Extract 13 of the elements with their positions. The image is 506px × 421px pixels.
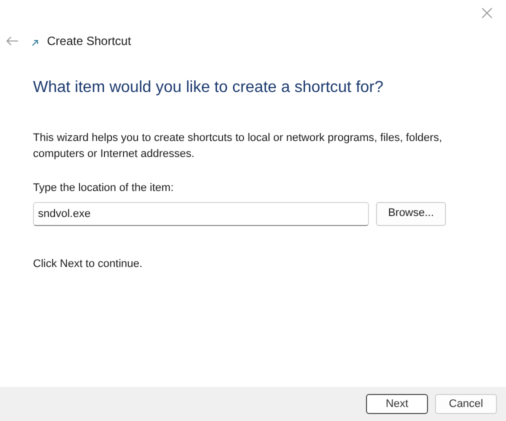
hint-text: Click Next to continue. <box>33 256 144 272</box>
back-arrow-icon <box>6 36 18 46</box>
description-text: This wizard helps you to create shortcuts to local or network programs, files, folders, computers or Internet addresses. <box>33 131 444 162</box>
dialog-button[interactable]: Next <box>366 394 428 414</box>
location-label: Type the location of the item: <box>33 181 175 196</box>
browse-button[interactable]: Browse... <box>376 202 446 226</box>
location-input[interactable]: sndvol.exe <box>33 202 369 226</box>
close-icon <box>482 8 492 18</box>
wizard-heading: What item would you like to create a shortcut for? <box>33 78 384 98</box>
back-button[interactable] <box>5 35 19 47</box>
dialog-button[interactable]: Cancel <box>435 394 497 414</box>
window-title: Create Shortcut <box>47 33 132 50</box>
shortcut-arrow-icon <box>32 40 38 46</box>
